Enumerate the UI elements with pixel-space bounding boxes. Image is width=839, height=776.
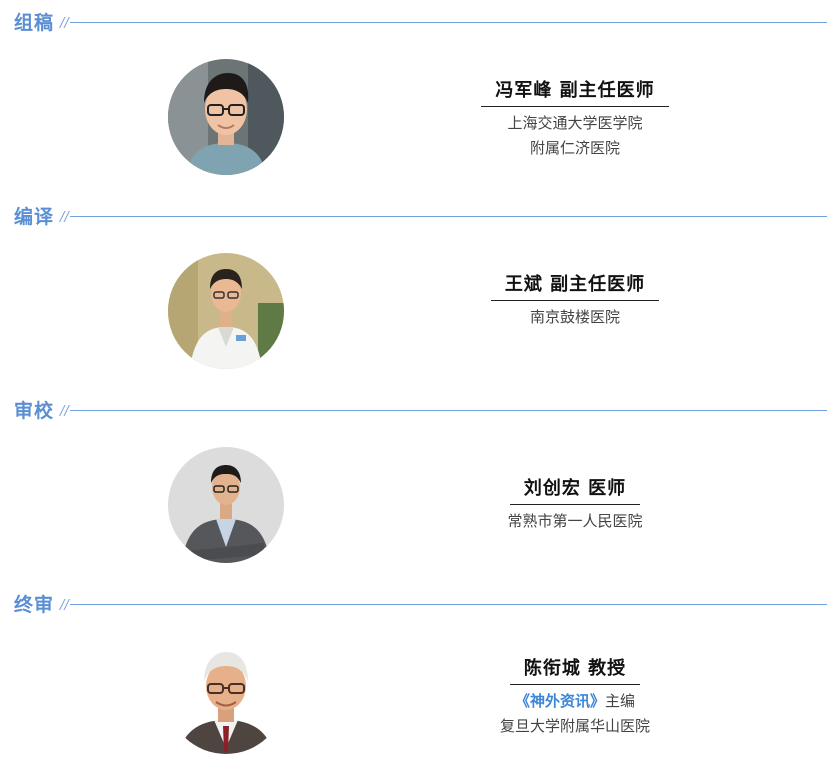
person-info: 陈衔城 教授 《神外资讯》主编 复旦大学附属华山医院: [440, 654, 710, 739]
section-translator: 编译 // 王斌 副主任医师 南京鼓楼医院: [0, 194, 839, 388]
org-line: 南京鼓楼医院: [529, 308, 620, 326]
person-info: 冯军峰 副主任医师 上海交通大学医学院 附属仁济医院: [440, 76, 710, 161]
divider-line: [70, 410, 827, 411]
divider-line: [70, 22, 827, 23]
avatar: [168, 253, 284, 369]
journal-name: 《神外资讯》: [514, 692, 605, 710]
editor-role-line: 《神外资讯》主编: [440, 689, 710, 714]
divider-line: [70, 604, 827, 605]
section-title: 编译: [14, 206, 55, 228]
slash-decoration: //: [60, 16, 69, 31]
section-organizer: 组稿 // 冯军峰 副主任医师 上海交通大学医学院 附属仁济医院: [0, 0, 839, 194]
avatar: [168, 59, 284, 175]
org-line: 常熟市第一人民医院: [507, 512, 643, 530]
person-info: 王斌 副主任医师 南京鼓楼医院: [440, 270, 710, 330]
person-photo-icon: [168, 59, 284, 175]
org-line: 复旦大学附属华山医院: [499, 717, 650, 735]
section-title: 组稿: [14, 12, 55, 34]
section-final-review: 终审 // 陈衔城 教授 《神外资讯》主编 复旦大学附属华山医院: [0, 582, 839, 776]
person-info: 刘创宏 医师 常熟市第一人民医院: [440, 474, 710, 534]
person-photo-icon: [168, 253, 284, 369]
person-photo-icon: [168, 642, 284, 754]
divider-line: [70, 216, 827, 217]
section-reviewer: 审校 // 刘创宏 医师 常熟市第一人民医院: [0, 388, 839, 582]
slash-decoration: //: [60, 404, 69, 419]
org-line: 上海交通大学医学院: [507, 114, 643, 132]
section-header: 终审 //: [0, 582, 839, 622]
person-name: 王斌 副主任医师: [490, 270, 660, 301]
section-header: 组稿 //: [0, 0, 839, 40]
section-header: 编译 //: [0, 194, 839, 234]
slash-decoration: //: [60, 598, 69, 613]
editor-role: 主编: [605, 692, 636, 710]
person-photo-icon: [168, 447, 284, 563]
person-name: 刘创宏 医师: [509, 474, 641, 505]
org-line: 附属仁济医院: [529, 139, 620, 157]
section-title: 终审: [14, 594, 55, 616]
avatar: [168, 642, 284, 754]
person-name: 冯军峰 副主任医师: [481, 76, 669, 107]
section-title: 审校: [14, 400, 55, 422]
person-name: 陈衔城 教授: [509, 654, 641, 685]
slash-decoration: //: [60, 210, 69, 225]
avatar: [168, 447, 284, 563]
section-header: 审校 //: [0, 388, 839, 428]
